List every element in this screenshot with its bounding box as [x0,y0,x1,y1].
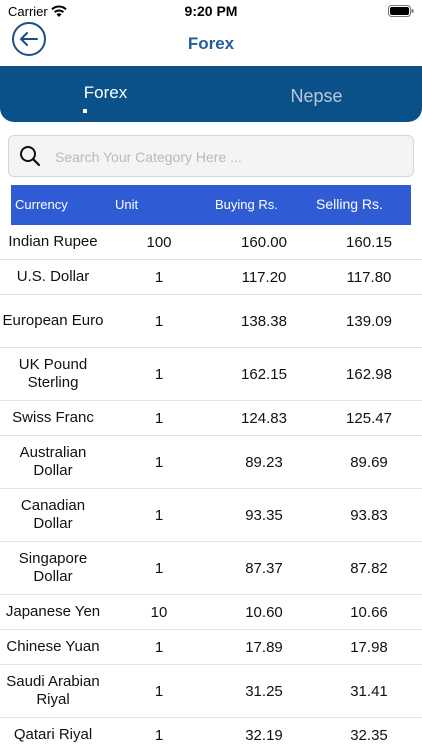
header-selling: Selling Rs. [316,196,383,212]
currency-name: Singapore Dollar [18,550,88,585]
currency-unit: 10 [150,603,168,621]
selling-rate: 125.47 [346,409,392,427]
currency-unit: 1 [154,506,164,524]
buying-rate: 162.15 [241,365,287,383]
header-currency: Currency [15,197,68,212]
search-icon [20,146,41,167]
tab-nepse[interactable]: Nepse [211,66,422,122]
selling-rate: 17.98 [350,638,388,656]
buying-rate: 93.35 [245,506,283,524]
table-row[interactable]: Swiss Franc 1 124.83 125.47 [0,401,422,436]
tab-nepse-label: Nepse [290,86,343,106]
header-unit: Unit [115,197,139,212]
header-buying: Buying Rs. [215,197,278,212]
buying-rate: 89.23 [245,453,283,471]
selling-rate: 160.15 [346,233,392,251]
currency-name: Canadian Dollar [20,497,86,532]
currency-unit: 1 [154,409,164,427]
currency-unit: 1 [154,726,164,744]
currency-name: Japanese Yen [5,603,101,620]
selling-rate: 10.66 [350,603,388,621]
buying-rate: 138.38 [241,312,287,330]
buying-rate: 160.00 [241,233,287,251]
currency-name: Chinese Yuan [6,638,100,655]
table-row[interactable]: Australian Dollar 1 89.23 89.69 [0,436,422,489]
tab-forex-label: Forex [83,83,128,102]
currency-unit: 1 [154,365,164,383]
buying-rate: 117.20 [241,268,287,286]
table-row[interactable]: U.S. Dollar 1 117.20 117.80 [0,260,422,295]
selling-rate: 89.69 [350,453,388,471]
selling-rate: 31.41 [350,682,388,700]
nav-bar: Forex [0,22,422,66]
page-title: Forex [187,34,235,53]
currency-unit: 1 [154,453,164,471]
selling-rate: 87.82 [350,559,388,577]
table-row[interactable]: Japanese Yen 10 10.60 10.66 [0,595,422,630]
currency-unit: 1 [154,268,164,286]
currency-name: European Euro [2,312,104,329]
buying-rate: 87.37 [245,559,283,577]
table-row[interactable]: Canadian Dollar 1 93.35 93.83 [0,489,422,542]
table-row[interactable]: Chinese Yuan 1 17.89 17.98 [0,630,422,665]
buying-rate: 32.19 [245,726,283,744]
buying-rate: 124.83 [241,409,287,427]
currency-unit: 1 [154,682,164,700]
table-row[interactable]: European Euro 1 138.38 139.09 [0,295,422,348]
selling-rate: 162.98 [346,365,392,383]
rate-table-body: Indian Rupee 100 160.00 160.15 U.S. Doll… [0,225,422,750]
selling-rate: 139.09 [346,312,392,330]
buying-rate: 31.25 [245,682,283,700]
battery-icon [388,5,414,17]
tab-bar: Forex Nepse [0,66,422,122]
status-time: 9:20 PM [184,3,238,19]
currency-name: Saudi Arabian Riyal [6,673,100,708]
table-row[interactable]: Saudi Arabian Riyal 1 31.25 31.41 [0,665,422,718]
currency-name: Swiss Franc [12,409,94,426]
buying-rate: 10.60 [245,603,283,621]
currency-name: Indian Rupee [8,233,98,250]
table-header: Currency Unit Buying Rs. Selling Rs. [11,185,411,225]
currency-name: Qatari Riyal [13,726,93,743]
selling-rate: 32.35 [350,726,388,744]
currency-name: Australian Dollar [19,444,87,479]
search-input[interactable] [55,144,405,170]
table-row[interactable]: Qatari Riyal 1 32.19 32.35 [0,718,422,750]
table-row[interactable]: UK Pound Sterling 1 162.15 162.98 [0,348,422,401]
tab-active-indicator [83,109,87,113]
currency-unit: 1 [154,312,164,330]
currency-unit: 1 [154,559,164,577]
currency-name: UK Pound Sterling [18,356,88,391]
search-box[interactable] [8,135,414,177]
currency-unit: 100 [146,233,172,251]
table-row[interactable]: Indian Rupee 100 160.00 160.15 [0,225,422,260]
selling-rate: 93.83 [350,506,388,524]
currency-unit: 1 [154,638,164,656]
selling-rate: 117.80 [346,268,392,286]
table-row[interactable]: Singapore Dollar 1 87.37 87.82 [0,542,422,595]
tab-forex[interactable]: Forex [0,66,211,122]
status-bar: Carrier 9:20 PM [0,0,422,22]
buying-rate: 17.89 [245,638,283,656]
currency-name: U.S. Dollar [16,268,90,285]
